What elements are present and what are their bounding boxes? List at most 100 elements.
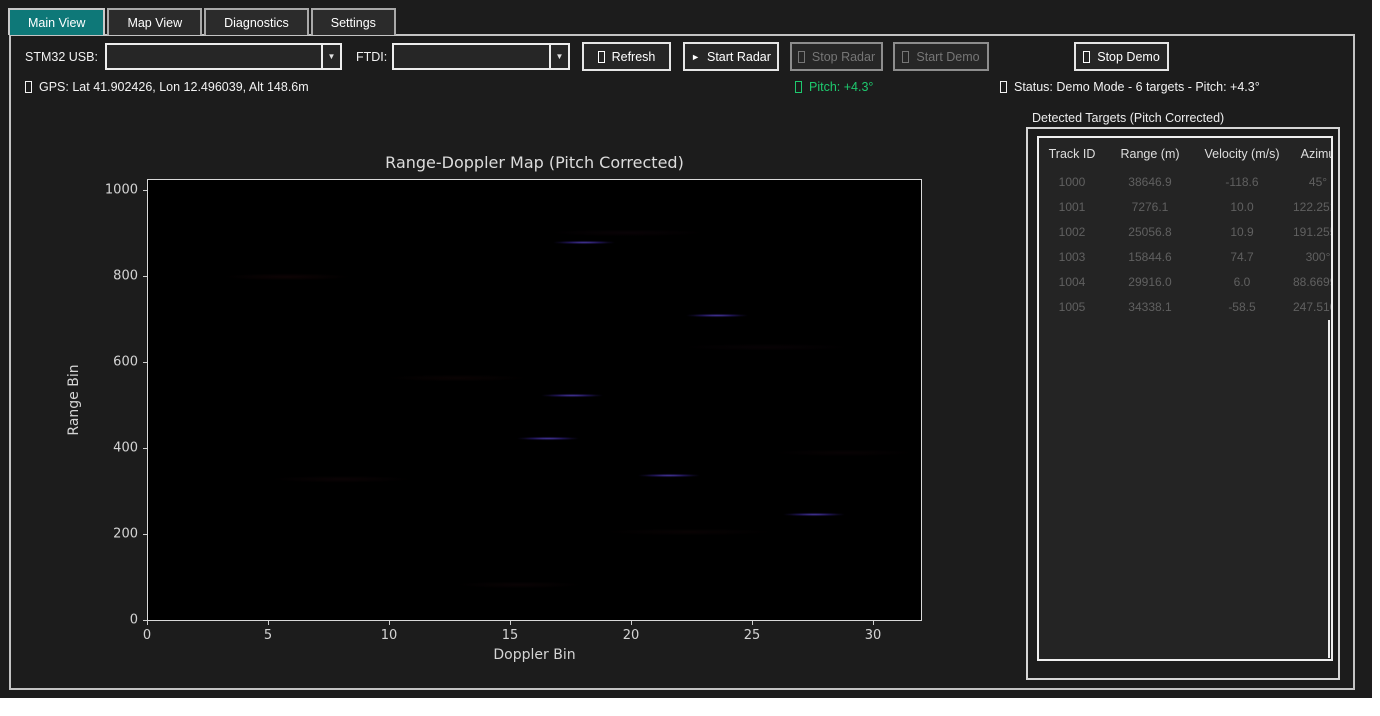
gps-status-text: GPS: Lat 41.902426, Lon 12.496039, Alt 1… bbox=[39, 80, 309, 94]
vertical-scrollbar[interactable] bbox=[1328, 320, 1330, 658]
cell-velocity: 10.0 bbox=[1195, 200, 1289, 214]
chart-title: Range-Doppler Map (Pitch Corrected) bbox=[147, 153, 922, 172]
stop-icon bbox=[798, 51, 805, 63]
column-header-velocity: Velocity (m/s) bbox=[1195, 147, 1289, 161]
ftdi-label: FTDI: bbox=[356, 50, 387, 64]
y-tick bbox=[143, 534, 147, 535]
heatmap-canvas bbox=[147, 179, 922, 621]
y-tick-label: 600 bbox=[113, 355, 138, 370]
cell-azimuth: 300° bbox=[1289, 250, 1333, 264]
stm32-usb-combobox[interactable]: ▼ bbox=[105, 43, 342, 70]
chevron-down-icon[interactable]: ▼ bbox=[321, 45, 340, 68]
cell-velocity: 10.9 bbox=[1195, 225, 1289, 239]
stop-demo-button-label: Stop Demo bbox=[1097, 50, 1160, 64]
x-axis-label: Doppler Bin bbox=[147, 647, 922, 663]
x-tick-label: 10 bbox=[381, 628, 398, 643]
y-tick-label: 200 bbox=[113, 527, 138, 542]
cell-azimuth: 45° bbox=[1289, 175, 1333, 189]
app-window: Main View Map View Diagnostics Settings … bbox=[0, 0, 1372, 698]
status-message-text: Status: Demo Mode - 6 targets - Pitch: +… bbox=[1014, 80, 1260, 94]
start-demo-button-label: Start Demo bbox=[916, 50, 979, 64]
y-tick bbox=[143, 448, 147, 449]
demo-icon bbox=[902, 51, 909, 63]
chevron-down-icon[interactable]: ▼ bbox=[549, 45, 568, 68]
refresh-button-label: Refresh bbox=[612, 50, 656, 64]
range-doppler-chart: 0 5 10 15 20 25 30 0 200 400 600 800 100… bbox=[147, 179, 922, 621]
table-row[interactable]: 1003 15844.6 74.7 300° bbox=[1039, 244, 1331, 269]
x-tick bbox=[752, 621, 753, 625]
y-tick bbox=[143, 276, 147, 277]
column-header-track-id: Track ID bbox=[1039, 147, 1105, 161]
tab-diagnostics[interactable]: Diagnostics bbox=[204, 8, 309, 35]
play-icon: ► bbox=[691, 52, 700, 62]
stop-demo-button[interactable]: Stop Demo bbox=[1074, 42, 1169, 71]
tab-main-view[interactable]: Main View bbox=[8, 8, 105, 35]
y-tick-label: 400 bbox=[113, 441, 138, 456]
x-tick-label: 0 bbox=[143, 628, 151, 643]
gps-icon bbox=[25, 81, 32, 93]
cell-azimuth: 247.5104 bbox=[1289, 300, 1333, 314]
column-header-azimuth: Azimu bbox=[1289, 147, 1333, 161]
x-tick bbox=[873, 621, 874, 625]
targets-panel-title: Detected Targets (Pitch Corrected) bbox=[1032, 111, 1224, 125]
refresh-button[interactable]: Refresh bbox=[582, 42, 671, 71]
x-tick-label: 5 bbox=[264, 628, 272, 643]
x-tick-label: 15 bbox=[502, 628, 519, 643]
y-tick-label: 0 bbox=[130, 613, 138, 628]
table-row[interactable]: 1001 7276.1 10.0 122.2510 bbox=[1039, 194, 1331, 219]
cell-range: 15844.6 bbox=[1105, 250, 1195, 264]
target-streak bbox=[677, 314, 757, 317]
y-tick-label: 800 bbox=[113, 269, 138, 284]
x-tick-label: 20 bbox=[623, 628, 640, 643]
y-tick bbox=[143, 620, 147, 621]
cell-range: 29916.0 bbox=[1105, 275, 1195, 289]
column-header-range: Range (m) bbox=[1105, 147, 1195, 161]
y-tick bbox=[143, 362, 147, 363]
tab-settings[interactable]: Settings bbox=[311, 8, 396, 35]
target-streak bbox=[544, 241, 624, 244]
cell-track-id: 1002 bbox=[1039, 225, 1105, 239]
start-demo-button: Start Demo bbox=[893, 42, 989, 71]
table-row[interactable]: 1005 34338.1 -58.5 247.5104 bbox=[1039, 294, 1331, 319]
y-tick-label: 1000 bbox=[105, 183, 138, 198]
table-row[interactable]: 1002 25056.8 10.9 191.2552 bbox=[1039, 219, 1331, 244]
stop-radar-button: Stop Radar bbox=[790, 42, 883, 71]
cell-range: 38646.9 bbox=[1105, 175, 1195, 189]
gps-status: GPS: Lat 41.902426, Lon 12.496039, Alt 1… bbox=[25, 80, 309, 94]
target-streak bbox=[629, 474, 709, 477]
cell-velocity: -58.5 bbox=[1195, 300, 1289, 314]
target-streak bbox=[508, 437, 588, 440]
tab-map-view[interactable]: Map View bbox=[107, 8, 202, 35]
cell-velocity: 6.0 bbox=[1195, 275, 1289, 289]
x-tick-label: 25 bbox=[744, 628, 761, 643]
cell-track-id: 1004 bbox=[1039, 275, 1105, 289]
start-radar-button[interactable]: ► Start Radar bbox=[683, 42, 779, 71]
x-tick-label: 30 bbox=[865, 628, 882, 643]
stop-icon bbox=[1083, 51, 1090, 63]
x-tick bbox=[510, 621, 511, 625]
x-tick bbox=[147, 621, 148, 625]
cell-range: 7276.1 bbox=[1105, 200, 1195, 214]
cell-azimuth: 122.2510 bbox=[1289, 200, 1333, 214]
tab-bar: Main View Map View Diagnostics Settings bbox=[8, 8, 398, 35]
status-message: Status: Demo Mode - 6 targets - Pitch: +… bbox=[1000, 80, 1260, 94]
cell-azimuth: 88.66998 bbox=[1289, 275, 1333, 289]
cell-track-id: 1003 bbox=[1039, 250, 1105, 264]
pitch-indicator-text: Pitch: +4.3° bbox=[809, 80, 873, 94]
targets-table[interactable]: Track ID Range (m) Velocity (m/s) Azimu … bbox=[1037, 136, 1333, 661]
target-streak bbox=[774, 513, 854, 516]
table-row[interactable]: 1000 38646.9 -118.6 45° bbox=[1039, 169, 1331, 194]
cell-track-id: 1000 bbox=[1039, 175, 1105, 189]
pitch-icon bbox=[795, 81, 802, 93]
targets-table-header: Track ID Range (m) Velocity (m/s) Azimu bbox=[1039, 138, 1331, 169]
y-tick bbox=[143, 190, 147, 191]
target-streak bbox=[532, 394, 612, 397]
x-tick bbox=[631, 621, 632, 625]
status-icon bbox=[1000, 81, 1007, 93]
x-tick bbox=[268, 621, 269, 625]
stm32-usb-label: STM32 USB: bbox=[25, 50, 98, 64]
refresh-icon bbox=[598, 51, 605, 63]
table-row[interactable]: 1004 29916.0 6.0 88.66998 bbox=[1039, 269, 1331, 294]
ftdi-combobox[interactable]: ▼ bbox=[392, 43, 570, 70]
cell-track-id: 1005 bbox=[1039, 300, 1105, 314]
